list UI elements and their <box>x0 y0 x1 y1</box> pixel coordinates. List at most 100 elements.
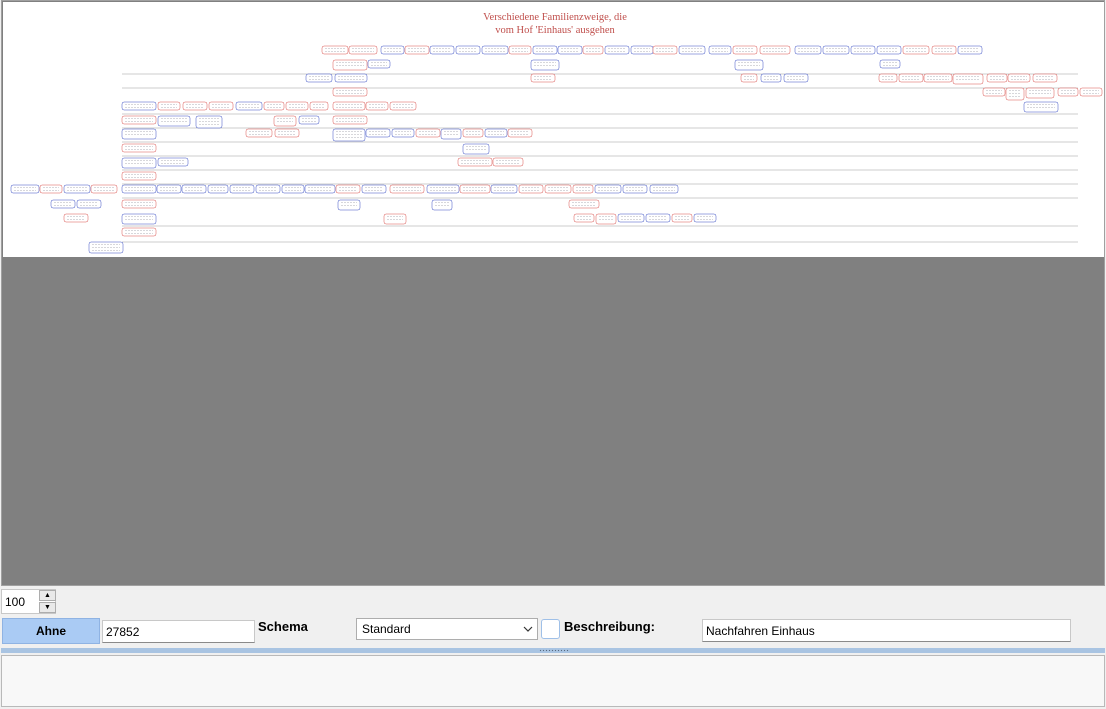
person-box <box>652 45 678 55</box>
person-box <box>334 73 368 83</box>
person-box <box>389 101 417 111</box>
person-box <box>455 45 481 55</box>
person-box <box>380 45 405 55</box>
person-box <box>573 213 595 223</box>
notes-text-area[interactable] <box>1 655 1105 707</box>
person-box <box>90 184 118 194</box>
zoom-spinner[interactable]: ▲ ▼ <box>1 589 56 614</box>
zoom-input[interactable] <box>2 590 41 613</box>
person-box <box>263 101 285 111</box>
person-box <box>121 227 157 237</box>
person-box <box>734 59 764 71</box>
person-box <box>649 184 679 194</box>
person-box <box>617 213 645 223</box>
ahne-id-field[interactable] <box>102 620 255 643</box>
person-box <box>298 115 320 125</box>
person-box <box>783 73 809 83</box>
tree-canvas-viewport[interactable]: Verschiedene Familienzweige, die vom Hof… <box>1 0 1105 586</box>
person-box <box>309 101 329 111</box>
person-box <box>457 157 493 167</box>
person-box <box>207 184 229 194</box>
person-box <box>732 45 758 55</box>
schema-label: Schema <box>258 619 308 634</box>
person-box <box>121 143 157 153</box>
person-box <box>404 45 430 55</box>
person-box <box>1032 73 1058 83</box>
person-box <box>952 73 984 85</box>
person-box <box>986 73 1008 83</box>
person-box <box>462 128 484 138</box>
person-box <box>630 45 654 55</box>
down-arrow-icon[interactable]: ▼ <box>39 602 56 613</box>
person-box <box>429 45 455 55</box>
person-box <box>181 184 207 194</box>
person-box <box>957 45 983 55</box>
person-box <box>740 73 758 83</box>
person-box <box>481 45 509 55</box>
person-box <box>568 199 600 209</box>
person-box <box>389 184 425 194</box>
person-box <box>305 73 333 83</box>
person-box <box>923 73 953 83</box>
person-box <box>157 157 189 167</box>
person-box <box>426 184 460 194</box>
person-box <box>304 184 336 194</box>
person-box <box>229 184 255 194</box>
family-tree-sheet[interactable]: Verschiedene Familienzweige, die vom Hof… <box>3 2 1104 257</box>
person-box <box>332 128 366 142</box>
person-box <box>332 115 368 125</box>
person-box <box>532 45 558 55</box>
person-box <box>459 184 491 194</box>
panel-splitter[interactable] <box>1 648 1105 653</box>
person-box <box>582 45 604 55</box>
person-box <box>348 45 378 55</box>
person-box <box>121 128 157 140</box>
person-box <box>671 213 693 223</box>
person-box <box>759 45 791 55</box>
person-box <box>822 45 850 55</box>
person-box <box>121 101 157 111</box>
person-box <box>1005 87 1025 101</box>
person-box <box>365 101 389 111</box>
person-box <box>557 45 583 55</box>
person-box <box>530 73 556 83</box>
schema-option-button[interactable] <box>541 619 560 639</box>
person-box <box>594 184 622 194</box>
person-box <box>76 199 102 209</box>
person-box <box>708 45 732 55</box>
person-box <box>876 45 902 55</box>
person-box <box>281 184 305 194</box>
person-box <box>285 101 309 111</box>
person-box <box>235 101 263 111</box>
ahne-button[interactable]: Ahne <box>2 618 100 644</box>
person-box <box>157 115 191 127</box>
person-box <box>274 128 300 138</box>
person-box <box>518 184 544 194</box>
beschreibung-label: Beschreibung: <box>564 619 656 634</box>
person-box <box>63 184 91 194</box>
person-box <box>245 128 273 138</box>
beschreibung-field[interactable] <box>702 619 1071 642</box>
person-box <box>50 199 76 209</box>
person-box <box>794 45 822 55</box>
person-box <box>604 45 630 55</box>
person-box <box>255 184 281 194</box>
family-tree-diagram <box>10 45 1103 254</box>
schema-dropdown[interactable]: Standard <box>356 618 538 640</box>
person-box <box>530 59 560 71</box>
person-box <box>195 115 223 129</box>
person-box <box>273 115 297 127</box>
person-box <box>931 45 957 55</box>
person-box <box>1079 87 1103 97</box>
person-box <box>1023 101 1059 113</box>
person-box <box>878 73 898 83</box>
person-box <box>63 213 89 223</box>
person-box <box>440 128 462 140</box>
person-box <box>982 87 1006 97</box>
person-box <box>898 73 924 83</box>
up-arrow-icon[interactable]: ▲ <box>39 590 56 601</box>
person-box <box>462 143 490 155</box>
person-box <box>156 184 182 194</box>
person-box <box>693 213 717 223</box>
person-box <box>415 128 441 138</box>
